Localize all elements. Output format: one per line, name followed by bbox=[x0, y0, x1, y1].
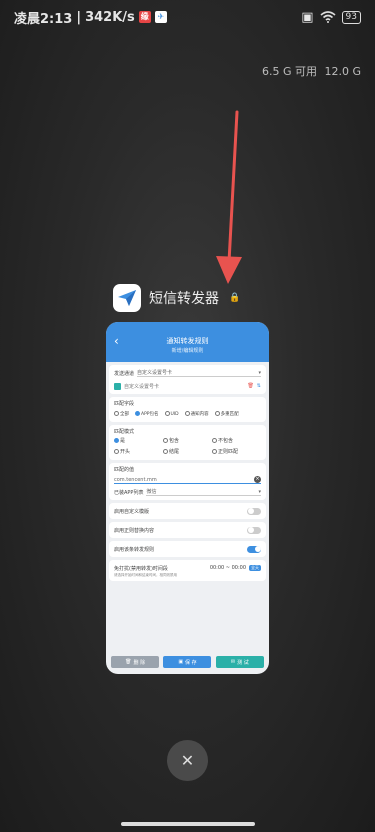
toggle-regex-row: 启用正则替换内容 bbox=[109, 522, 266, 538]
toggle-template-row: 启用自定义模版 bbox=[109, 503, 266, 519]
delete-button: 🗑 删 除 bbox=[111, 656, 160, 668]
match-type-section: 匹配模式 是 包含 不包含 开头 结尾 正则匹配 bbox=[109, 425, 266, 460]
match-field-section: 匹配字段 全部 APP包名 UID 通知内容 多重匹配 bbox=[109, 397, 266, 422]
card-title: 通知转发规则 bbox=[166, 337, 209, 345]
regex-switch bbox=[247, 526, 261, 534]
card-header: ‹ 通知转发规则 新增/编辑规则 bbox=[106, 322, 269, 362]
match-field-option: APP包名 bbox=[135, 411, 159, 417]
chip-icon bbox=[114, 382, 121, 390]
recent-app-card[interactable]: ‹ 通知转发规则 新增/编辑规则 发送通道 自定义设置号卡 ▾ 自定义设置号卡 … bbox=[106, 322, 269, 674]
match-type-option: 包含 bbox=[163, 437, 212, 444]
app-list-select: 微信 ▾ bbox=[146, 488, 261, 496]
delete-icon: 🗑 bbox=[247, 383, 254, 389]
home-indicator[interactable] bbox=[121, 822, 255, 826]
dropdown-icon: ▾ bbox=[258, 488, 261, 495]
close-icon: ✕ bbox=[180, 751, 195, 770]
sender-section: 发送通道 自定义设置号卡 ▾ 自定义设置号卡 🗑 ⇅ bbox=[109, 365, 266, 394]
lock-icon[interactable]: 🔒 bbox=[229, 293, 240, 303]
match-type-option: 是 bbox=[114, 437, 163, 444]
toggle-label: 启用正则替换内容 bbox=[114, 527, 155, 534]
match-field-option: 全部 bbox=[114, 411, 129, 417]
template-switch bbox=[247, 507, 261, 515]
toggle-enable-row: 启用该条转发规则 bbox=[109, 541, 266, 557]
match-value-text: com.tencent.mm bbox=[114, 476, 157, 483]
test-icon: ✉ bbox=[230, 659, 236, 665]
app-list-label: 已装APP列表 bbox=[114, 489, 144, 496]
sender-value: 自定义设置号卡 bbox=[137, 370, 173, 376]
match-field-option: 通知内容 bbox=[184, 411, 209, 417]
silent-pill: 全天 bbox=[249, 565, 261, 571]
test-button: ✉ 测 试 bbox=[215, 656, 264, 668]
silent-hint: 请选择开始时间和结束时间，相同则禁用 bbox=[114, 573, 177, 577]
sender-chip: 自定义设置号卡 bbox=[124, 383, 160, 390]
app-name: 短信转发器 bbox=[149, 291, 219, 307]
toggle-label: 启用自定义模版 bbox=[114, 508, 150, 515]
enable-switch bbox=[247, 545, 261, 553]
sender-select: 自定义设置号卡 ▾ bbox=[137, 369, 261, 377]
match-type-label: 匹配模式 bbox=[114, 429, 135, 435]
silent-period-section: 免打扰(禁用转发)时间段 00:00 ~ 00:00 全天 请选择开始时间和结束… bbox=[109, 560, 266, 581]
sender-label: 发送通道 bbox=[114, 370, 135, 377]
card-subtitle: 新增/编辑规则 bbox=[171, 348, 204, 354]
app-list-value: 微信 bbox=[146, 489, 157, 495]
match-type-option: 结尾 bbox=[163, 448, 212, 455]
save-icon: ▣ bbox=[178, 659, 184, 665]
recent-app-header[interactable]: 短信转发器 🔒 bbox=[113, 284, 240, 312]
trash-icon: 🗑 bbox=[125, 659, 132, 665]
card-footer: 🗑 删 除 ▣ 保 存 ✉ 测 试 bbox=[106, 656, 269, 668]
save-button: ▣ 保 存 bbox=[163, 656, 212, 668]
match-field-option: 多重匹配 bbox=[214, 411, 239, 417]
match-field-option: UID bbox=[164, 411, 179, 417]
match-field-label: 匹配字段 bbox=[114, 401, 135, 407]
match-type-option: 开头 bbox=[114, 448, 163, 455]
app-icon bbox=[113, 284, 141, 312]
match-value-section: 匹配的值 com.tencent.mm × 已装APP列表 微信 ▾ bbox=[109, 463, 266, 500]
match-value-label: 匹配的值 bbox=[114, 467, 135, 473]
match-value-field: com.tencent.mm × bbox=[114, 476, 261, 484]
silent-label: 免打扰(禁用转发)时间段 bbox=[114, 565, 168, 572]
toggle-label: 启用该条转发规则 bbox=[114, 546, 155, 553]
clear-recents-button[interactable]: ✕ bbox=[167, 740, 208, 781]
clear-icon: × bbox=[254, 476, 261, 483]
sort-icon: ⇅ bbox=[256, 383, 261, 389]
match-type-option: 正则匹配 bbox=[212, 448, 261, 455]
silent-time: 00:00 ~ 00:00 bbox=[209, 565, 246, 571]
match-type-option: 不包含 bbox=[212, 437, 261, 444]
dropdown-icon: ▾ bbox=[258, 369, 261, 376]
